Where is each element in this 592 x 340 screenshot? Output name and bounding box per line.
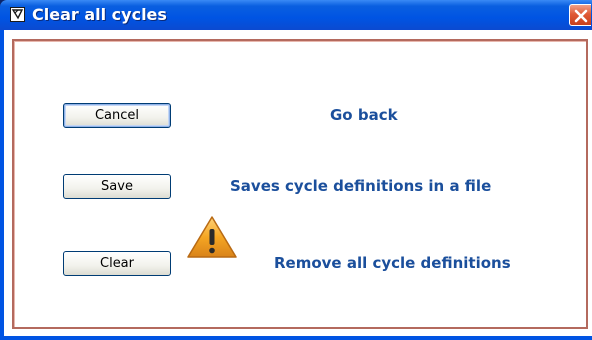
cancel-description: Go back <box>330 106 398 124</box>
warning-triangle-icon <box>186 214 238 260</box>
save-button[interactable]: Save <box>63 174 171 199</box>
close-button[interactable] <box>569 4 591 26</box>
clear-button[interactable]: Clear <box>63 251 171 276</box>
dialog-window: Clear all cycles Cancel Go back Save Sav… <box>0 0 592 340</box>
clear-description: Remove all cycle definitions <box>274 254 511 272</box>
window-title: Clear all cycles <box>32 5 167 24</box>
close-x-icon <box>574 9 588 23</box>
checkbox-pen-icon <box>10 6 26 22</box>
title-bar[interactable]: Clear all cycles <box>0 0 592 30</box>
cancel-button[interactable]: Cancel <box>63 103 171 128</box>
save-description: Saves cycle definitions in a file <box>230 177 492 195</box>
